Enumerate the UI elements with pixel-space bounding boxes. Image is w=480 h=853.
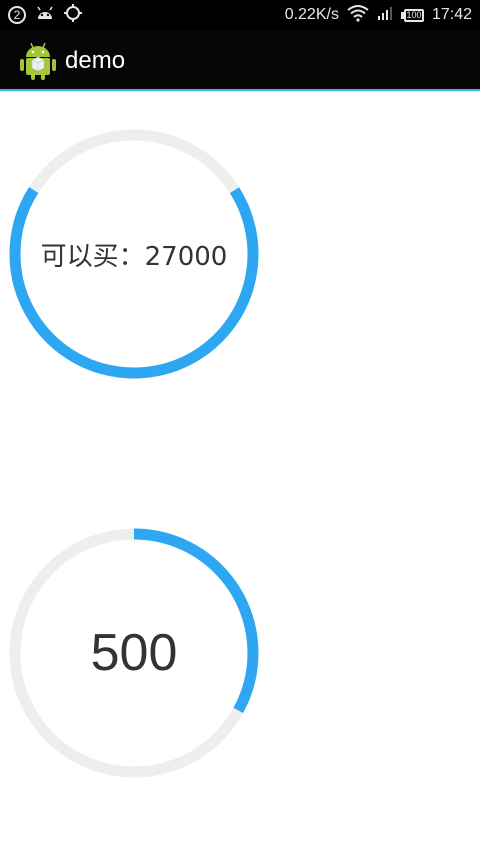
signal-icon <box>377 5 393 26</box>
app-bar: demo <box>0 30 480 91</box>
network-speed: 0.22K/s <box>284 6 339 23</box>
status-bar: 2 0.22K/s 100 17:42 <box>0 0 480 30</box>
status-bar-left: 2 <box>8 0 82 30</box>
gauge-label: 可以买：27000 <box>40 241 228 272</box>
gauge-label: 500 <box>90 624 178 682</box>
progress-ring-gauge: 可以买：27000 <box>9 129 259 379</box>
notification-count-badge: 2 <box>8 6 26 24</box>
status-bar-right: 0.22K/s 100 17:42 <box>285 0 472 30</box>
app-title: demo <box>65 46 126 74</box>
battery-icon: 100 <box>400 8 424 22</box>
wifi-icon <box>347 4 369 27</box>
sync-icon <box>64 3 82 27</box>
android-notification-icon <box>36 6 54 25</box>
battery-level: 100 <box>403 8 424 22</box>
clock: 17:42 <box>431 6 472 23</box>
android-robot-icon <box>20 41 56 81</box>
progress-ring-gauge: 500 <box>9 528 259 778</box>
